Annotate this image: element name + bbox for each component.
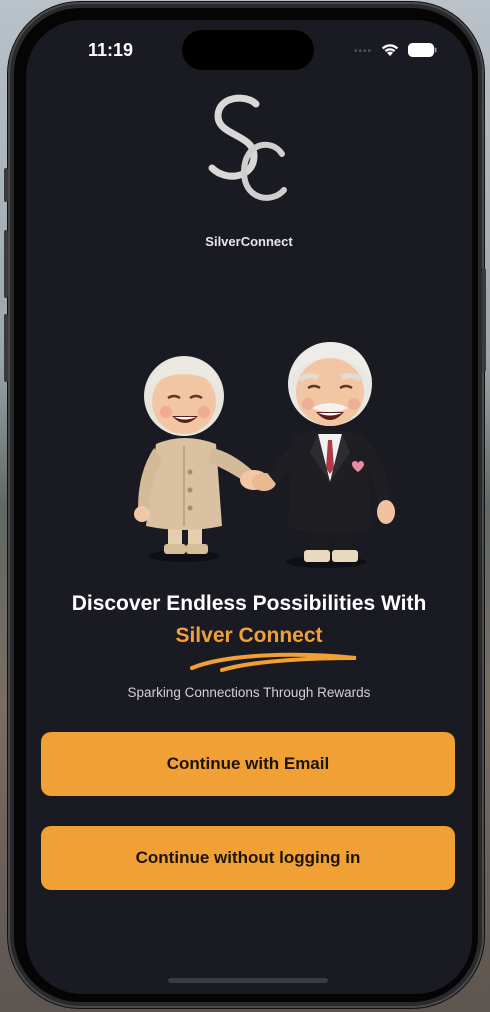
hero-headline: Discover Endless Possibilities With bbox=[71, 592, 427, 615]
app-screen: 11:19 •••• SC SilverConnect Discover End… bbox=[26, 20, 472, 994]
side-button-volume-down bbox=[4, 314, 8, 382]
status-time: 11:19 bbox=[88, 40, 134, 60]
hero-tagline: Sparking Connections Through Rewards bbox=[127, 685, 371, 700]
continue-without-login-button[interactable]: Continue without logging in bbox=[41, 826, 455, 890]
status-icons: •••• bbox=[354, 42, 438, 61]
side-button-power bbox=[482, 268, 486, 372]
side-button-volume-up bbox=[4, 230, 8, 298]
hero-highlight: Silver Connect bbox=[175, 624, 323, 647]
wifi-icon bbox=[380, 42, 400, 61]
logo-monogram: SC bbox=[248, 209, 250, 211]
man-figure bbox=[268, 342, 395, 562]
sc-logo: SC bbox=[196, 92, 302, 212]
battery-icon bbox=[408, 42, 438, 61]
app-name: SilverConnect bbox=[205, 234, 293, 249]
woman-figure bbox=[134, 356, 254, 554]
side-button-action bbox=[4, 168, 8, 202]
continue-with-email-button[interactable]: Continue with Email bbox=[41, 732, 455, 796]
underline-swoosh-icon bbox=[190, 652, 357, 672]
signal-dots-icon: •••• bbox=[353, 46, 372, 57]
dynamic-island bbox=[182, 30, 314, 70]
home-indicator[interactable] bbox=[168, 978, 328, 983]
elderly-couple-handshake-illustration bbox=[104, 312, 404, 568]
